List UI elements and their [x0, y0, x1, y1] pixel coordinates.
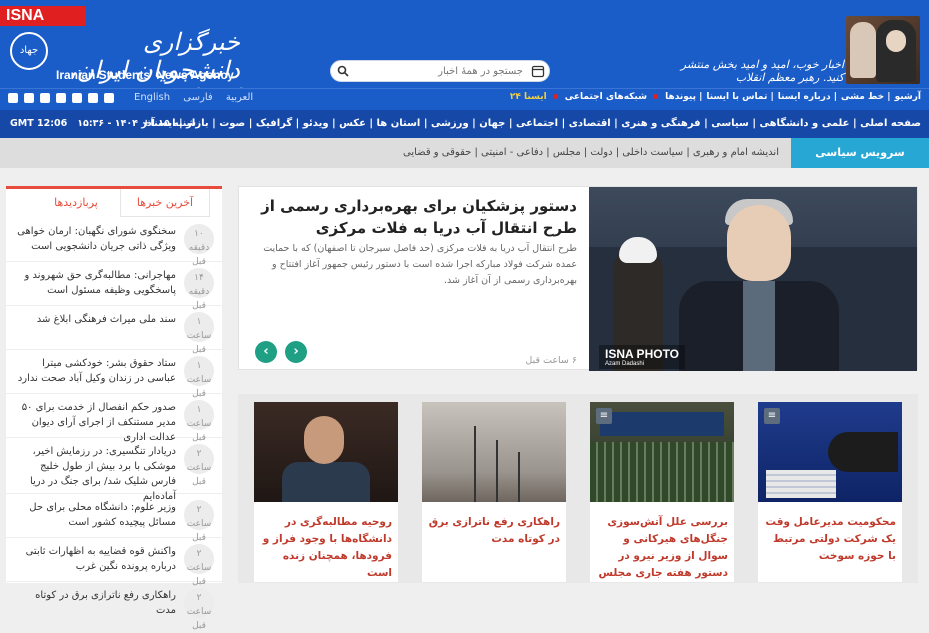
next-arrow-icon[interactable]: ›	[285, 341, 307, 363]
search-input[interactable]	[355, 63, 523, 79]
photo-credit: ISNA PHOTO	[605, 347, 680, 361]
news-title[interactable]: سخنگوی شورای نگهبان: ارمان خواهی ویژگی ذ…	[16, 224, 176, 254]
list-item[interactable]: ۲ ساعت قبل راهکاری رفع ناترازی برق در کوت…	[6, 582, 222, 631]
news-list: ۱۰ دقیقه قبل سخنگوی شورای نگهبان: ارمان خ…	[6, 218, 222, 631]
section-label[interactable]: سرویس سیاسی	[791, 138, 929, 168]
link-isna24[interactable]: ایسنا ۲۴	[510, 92, 547, 102]
list-item[interactable]: ۲ ساعت قبل واکنش قوه قضاییه به اظهارات ثا…	[6, 538, 222, 587]
news-time: ۲ ساعت قبل	[184, 588, 214, 631]
list-item[interactable]: ۲ ساعت قبل وزیر علوم: دانشگاه محلی برای ح…	[6, 494, 222, 543]
main-menu: GMT 12:06 شنبه ۱۵ آذر ۱۴۰۴ - ۱۵:۳۶ صفحه …	[0, 110, 929, 138]
subnav-items[interactable]: اندیشه امام و رهبری | سیاست داخلی | دولت…	[403, 147, 779, 158]
featured-photo[interactable]: ISNA PHOTO Azam Dadashi	[589, 187, 917, 371]
news-time: ۲ ساعت قبل	[184, 544, 214, 587]
news-title[interactable]: واکنش قوه قضاییه به اظهارات ثابتی درباره…	[16, 544, 176, 574]
social-icons	[8, 93, 114, 103]
site-header: ISNA جهاد خبرگزاری دانشجویان ایران، ایسن…	[0, 0, 929, 112]
slider-arrows: ‹ ›	[255, 341, 307, 363]
list-item[interactable]: ۱۰ دقیقه قبل سخنگوی شورای نگهبان: ارمان خ…	[6, 218, 222, 267]
sidebar-tabs: آخرین خبرها پربازدیدها	[6, 186, 222, 217]
isna-badge[interactable]: ISNA	[0, 6, 86, 26]
jahad-logo[interactable]: جهاد	[10, 32, 48, 70]
prev-arrow-icon[interactable]: ‹	[255, 341, 277, 363]
language-switcher: English العربیة فارسی	[134, 92, 263, 103]
news-card[interactable]: روحیه مطالبه‌گری در دانشگاه‌ها با وجود ف…	[254, 402, 398, 582]
news-title[interactable]: ستاد حقوق بشر: خودکشی میترا عباسی در زند…	[16, 356, 176, 386]
facebook-icon[interactable]	[24, 93, 34, 103]
tab-latest[interactable]: آخرین خبرها	[120, 189, 210, 217]
news-card[interactable]: ≡ محکومیت مدیرعامل وقت یک شرکت دولتی مرت…	[758, 402, 902, 582]
card-image[interactable]	[422, 402, 566, 502]
featured-headline[interactable]: دستور پزشکیان برای بهره‌برداری رسمی از ط…	[247, 195, 577, 239]
tv-icon[interactable]	[104, 93, 114, 103]
news-title[interactable]: وزیر علوم: دانشگاه محلی برای حل مسائل پی…	[16, 500, 176, 530]
document-icon: ≡	[764, 408, 780, 424]
featured-time: ۶ ساعت قبل	[525, 355, 577, 366]
featured-news: ISNA PHOTO Azam Dadashi دستور پزشکیان برا…	[238, 186, 918, 371]
card-title[interactable]: راهکاری رفع ناترازی برق در کوتاه مدت	[428, 514, 560, 548]
card-title[interactable]: بررسی علل آتش‌سوزی جنگل‌های هیرکانی و سو…	[596, 514, 728, 582]
news-time: ۲ ساعت قبل	[184, 444, 214, 487]
twitter-icon[interactable]	[56, 93, 66, 103]
news-time: ۱۰ دقیقه قبل	[184, 224, 214, 267]
list-item[interactable]: ۱ ساعت قبل صدور حکم انفصال از خدمت برای ۵…	[6, 394, 222, 443]
news-title[interactable]: راهکاری رفع ناترازی برق در کوتاه مدت	[16, 588, 176, 618]
leader-slogan: اخبار خوب، امید و امید بخش منتشر کنید. ر…	[680, 58, 844, 84]
link-links[interactable]: پیوندها	[665, 92, 696, 102]
news-card[interactable]: ≡ بررسی علل آتش‌سوزی جنگل‌های هیرکانی و …	[590, 402, 734, 582]
featured-lead: طرح انتقال آب دریا به فلات مرکزی (حد فاص…	[263, 243, 577, 286]
calendar-icon[interactable]	[531, 64, 545, 78]
instagram-icon[interactable]	[40, 93, 50, 103]
card-image[interactable]: ≡	[758, 402, 902, 502]
leaders-photo	[846, 16, 920, 84]
list-item[interactable]: ۱ ساعت قبل سند ملی میراث فرهنگی ابلاغ شد	[6, 306, 222, 355]
news-time: ۲ ساعت قبل	[184, 500, 214, 543]
link-contact[interactable]: تماس با ایسنا	[706, 92, 767, 102]
news-time: ۱ ساعت قبل	[184, 400, 214, 443]
news-card[interactable]: راهکاری رفع ناترازی برق در کوتاه مدت	[422, 402, 566, 582]
telegram-icon[interactable]	[88, 93, 98, 103]
photographer: Azam Dadashi	[605, 361, 645, 367]
menu-items[interactable]: صفحه اصلی | علمی و دانشگاهی | سیاسی | فر…	[142, 118, 921, 129]
link-social[interactable]: شبکه‌های اجتماعی	[565, 92, 647, 102]
list-item[interactable]: ۱ ساعت قبل ستاد حقوق بشر: خودکشی میترا عب…	[6, 350, 222, 399]
link-policy[interactable]: خط مشی	[841, 92, 884, 102]
document-icon: ≡	[596, 408, 612, 424]
brand-title-en[interactable]: Iranian Students' News Agency	[56, 68, 234, 82]
youtube-icon[interactable]	[72, 93, 82, 103]
top-links-bar: English العربیة فارسی آرشیو| خط مشی| درب…	[0, 88, 929, 110]
top-links: آرشیو| خط مشی| درباره ایسنا| تماس با ایس…	[509, 92, 921, 102]
lang-farsi[interactable]: فارسی	[183, 92, 212, 103]
latest-news-sidebar: آخرین خبرها پربازدیدها ۱۰ دقیقه قبل سخنگو…	[6, 186, 222, 631]
search-box	[330, 60, 550, 82]
card-image[interactable]: ≡	[590, 402, 734, 502]
photo-watermark: ISNA PHOTO Azam Dadashi	[599, 345, 686, 369]
card-title[interactable]: روحیه مطالبه‌گری در دانشگاه‌ها با وجود ف…	[260, 514, 392, 582]
list-item[interactable]: ۱۴ دقیقه قبل مهاجرانی: مطالبه‌گری حق شهرو…	[6, 262, 222, 311]
section-subnav: سرویس سیاسی اندیشه امام و رهبری | سیاست …	[0, 138, 929, 168]
lang-arabic[interactable]: العربیة	[226, 92, 253, 103]
lang-english[interactable]: English	[134, 92, 170, 103]
aparat-icon[interactable]	[8, 93, 18, 103]
search-icon[interactable]	[337, 65, 349, 77]
news-time: ۱ ساعت قبل	[184, 356, 214, 399]
news-time: ۱۴ دقیقه قبل	[184, 268, 214, 311]
gmt-time: GMT 12:06	[10, 118, 68, 129]
card-image[interactable]	[254, 402, 398, 502]
tab-popular[interactable]: پربازدیدها	[36, 189, 116, 217]
news-time: ۱ ساعت قبل	[184, 312, 214, 355]
news-cards: روحیه مطالبه‌گری در دانشگاه‌ها با وجود ف…	[238, 394, 918, 583]
news-title[interactable]: مهاجرانی: مطالبه‌گری حق شهروند و پاسخگوی…	[16, 268, 176, 298]
link-archive[interactable]: آرشیو	[895, 92, 921, 102]
link-about[interactable]: درباره ایسنا	[778, 92, 831, 102]
list-item[interactable]: ۲ ساعت قبل دریادار تنگسیری: در رزمایش اخی…	[6, 438, 222, 502]
news-title[interactable]: سند ملی میراث فرهنگی ابلاغ شد	[16, 312, 176, 327]
card-title[interactable]: محکومیت مدیرعامل وقت یک شرکت دولتی مرتبط…	[764, 514, 896, 565]
